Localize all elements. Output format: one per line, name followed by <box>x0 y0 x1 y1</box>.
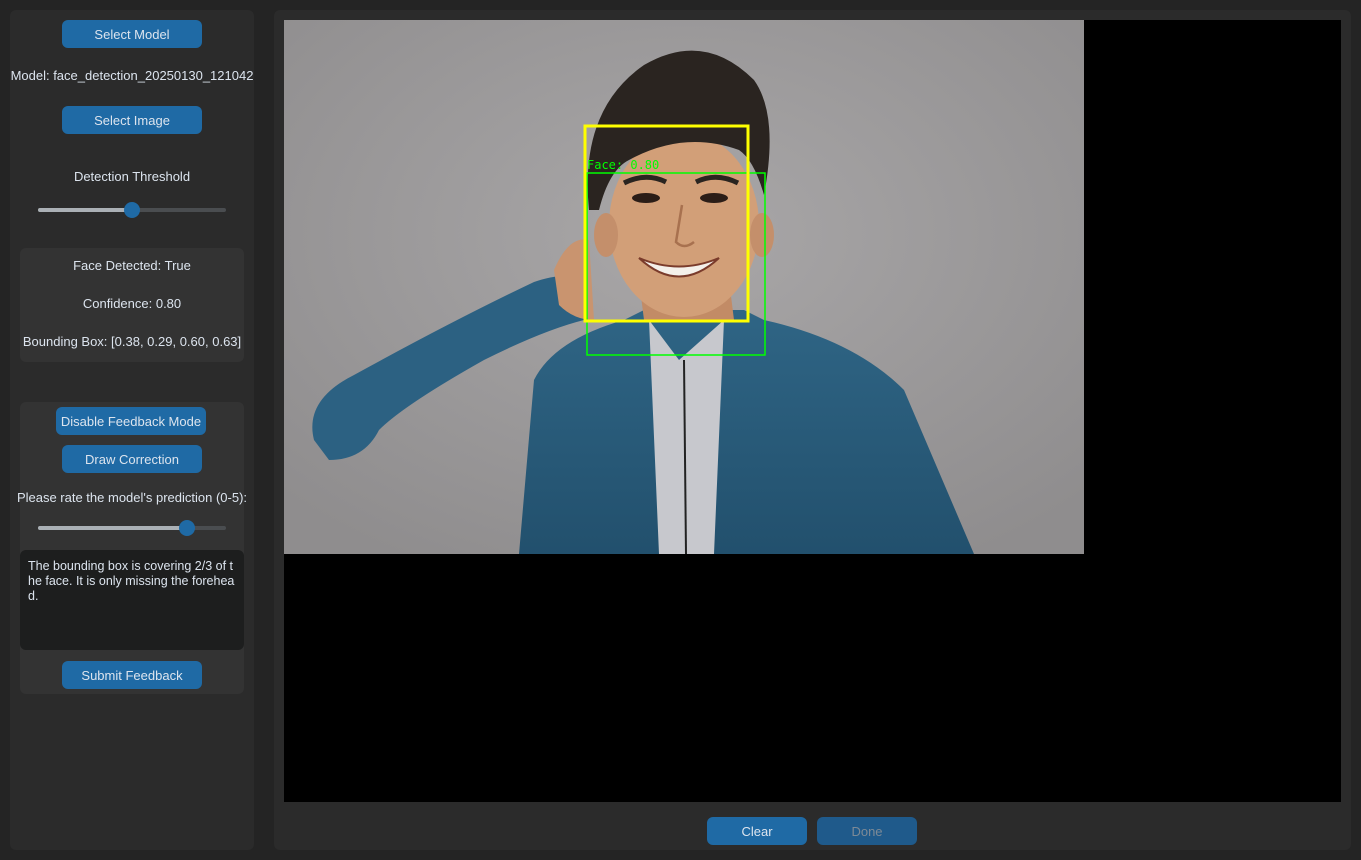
detection-overlay <box>583 124 766 356</box>
submit-feedback-button[interactable]: Submit Feedback <box>62 661 202 689</box>
rating-slider[interactable] <box>38 518 226 538</box>
done-button[interactable]: Done <box>817 817 917 845</box>
rating-prompt: Please rate the model's prediction (0-5)… <box>16 490 248 505</box>
correction-bounding-box[interactable] <box>583 124 750 323</box>
disable-feedback-mode-button[interactable]: Disable Feedback Mode <box>56 407 206 435</box>
select-model-button[interactable]: Select Model <box>62 20 202 48</box>
rating-slider-fill <box>38 526 187 530</box>
face-detected-text: Face Detected: True <box>73 258 191 273</box>
feedback-comment-textbox[interactable]: The bounding box is covering 2/3 of the … <box>20 550 244 650</box>
bounding-box-text: Bounding Box: [0.38, 0.29, 0.60, 0.63] <box>22 334 242 349</box>
threshold-label: Detection Threshold <box>73 169 191 184</box>
rating-slider-handle[interactable] <box>179 520 195 536</box>
draw-correction-button[interactable]: Draw Correction <box>62 445 202 473</box>
select-image-button[interactable]: Select Image <box>62 106 202 134</box>
confidence-text: Confidence: 0.80 <box>82 296 182 311</box>
threshold-slider-handle[interactable] <box>124 202 140 218</box>
predicted-bounding-box <box>586 172 766 356</box>
image-canvas[interactable]: Face: 0.80 <box>284 20 1341 802</box>
clear-button[interactable]: Clear <box>707 817 807 845</box>
model-name-text: Model: face_detection_20250130_121042 <box>10 68 254 83</box>
threshold-slider[interactable] <box>38 200 226 220</box>
threshold-slider-fill <box>38 208 132 212</box>
face-confidence-label: Face: 0.80 <box>587 158 660 172</box>
